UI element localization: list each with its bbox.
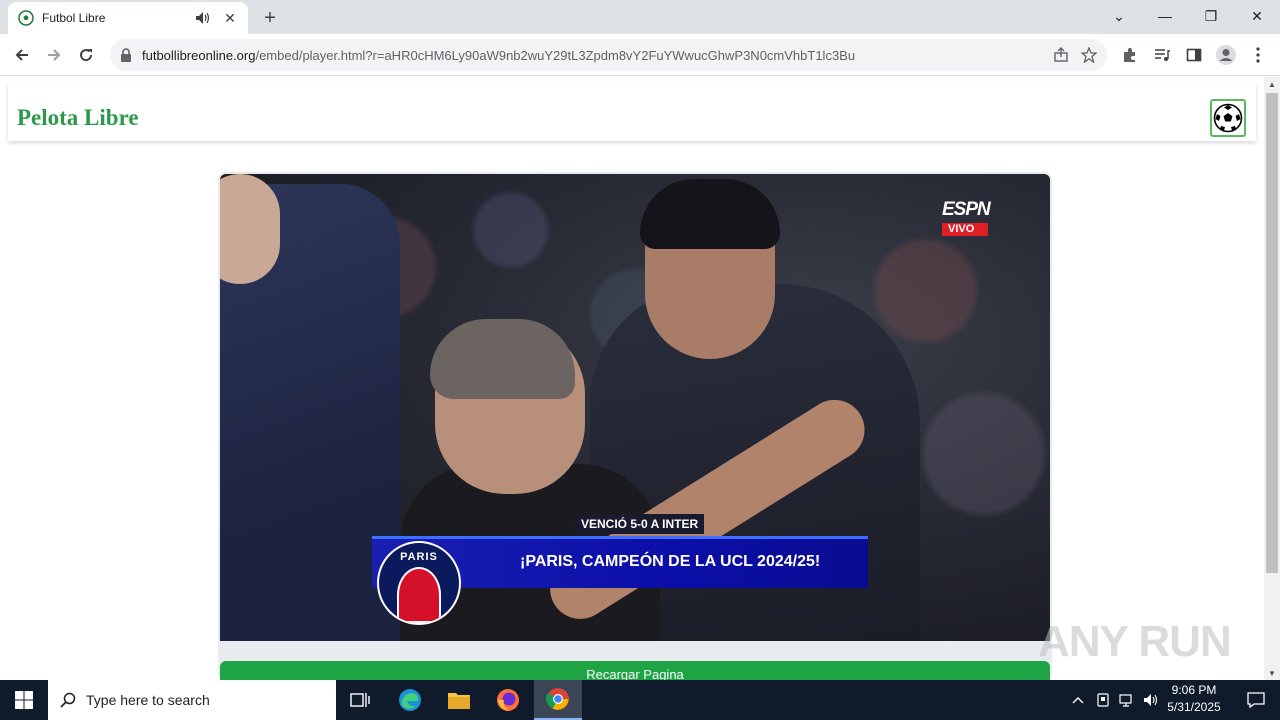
site-brand[interactable]: Pelota Libre	[17, 105, 139, 131]
espn-live-logo: ESPN VIVO	[942, 199, 1006, 236]
profile-avatar-icon[interactable]	[1212, 41, 1240, 69]
soccer-ball-favicon-icon	[18, 10, 34, 26]
network-icon[interactable]	[1116, 680, 1138, 720]
psg-crest-tower	[397, 567, 441, 623]
scroll-up-arrow-icon[interactable]: ▲	[1264, 77, 1280, 91]
browser-tab-active[interactable]: Futbol Libre ✕	[8, 2, 248, 34]
tab-close-icon[interactable]: ✕	[222, 10, 238, 26]
lock-icon[interactable]	[120, 48, 134, 62]
browser-toolbar: futbollibreonline.org/embed/player.html?…	[0, 34, 1280, 76]
person-left-head	[220, 174, 280, 284]
espn-logo-text: ESPN	[942, 199, 991, 220]
menu-kebab-icon[interactable]	[1244, 41, 1272, 69]
url-text[interactable]: futbollibreonline.org/embed/player.html?…	[142, 48, 1047, 63]
video-player[interactable]: ESPN VIVO VENCIÓ 5-0 A INTER PARIS ¡PARI…	[220, 174, 1050, 641]
url-path: /embed/player.html?r=aHR0cHM6Ly90aW9nb2w…	[255, 47, 856, 63]
extensions-puzzle-icon[interactable]	[1116, 41, 1144, 69]
close-window-button[interactable]: ✕	[1234, 0, 1280, 32]
url-host: futbollibreonline.org	[142, 47, 256, 63]
reload-icon[interactable]	[72, 41, 100, 69]
lower-third-subhead: VENCIÓ 5-0 A INTER	[575, 514, 705, 534]
tray-chevron-up-icon[interactable]	[1068, 680, 1088, 720]
site-header: Pelota Libre	[8, 83, 1256, 141]
scrollbar-thumb[interactable]	[1266, 93, 1278, 573]
person-right-hair	[640, 179, 780, 249]
speaker-icon[interactable]	[196, 10, 212, 26]
edge-browser-icon[interactable]	[386, 680, 434, 720]
file-explorer-icon[interactable]	[435, 680, 483, 720]
watermark-text: ANY RUN	[1038, 617, 1232, 666]
psg-crest-text: PARIS	[400, 551, 438, 563]
taskbar-clock[interactable]: 9:06 PM 5/31/2025	[1160, 682, 1228, 718]
back-arrow-icon[interactable]	[8, 41, 36, 69]
side-panel-icon[interactable]	[1180, 41, 1208, 69]
new-tab-button[interactable]: +	[258, 6, 282, 30]
clock-time: 9:06 PM	[1171, 683, 1217, 697]
search-placeholder: Type here to search	[86, 692, 210, 708]
media-control-icon[interactable]	[1148, 41, 1176, 69]
vertical-scrollbar[interactable]: ▲ ▼	[1264, 77, 1280, 680]
task-view-icon[interactable]	[336, 680, 384, 720]
page-viewport: Pelota Libre ESPN VIVO VENCIÓ 5-0 A INTE…	[0, 77, 1264, 680]
lower-third-headline: ¡PARIS, CAMPEÓN DE LA UCL 2024/25!	[520, 553, 821, 570]
forward-arrow-icon[interactable]	[40, 41, 68, 69]
tray-device-icon[interactable]	[1092, 680, 1114, 720]
windows-taskbar: Type here to search 9:06 PM 5/31/2025	[0, 680, 1280, 720]
tab-search-button[interactable]: ⌄	[1096, 0, 1142, 32]
live-badge: VIVO	[942, 223, 989, 236]
windows-start-icon[interactable]	[0, 680, 48, 720]
lower-third-banner: PARIS ¡PARIS, CAMPEÓN DE LA UCL 2024/25!	[372, 536, 868, 625]
restore-button[interactable]: ❐	[1188, 0, 1234, 32]
psg-crest-icon: PARIS	[377, 541, 461, 625]
search-icon	[60, 692, 76, 708]
notification-center-icon[interactable]	[1232, 680, 1280, 720]
bookmark-star-icon[interactable]	[1075, 41, 1103, 69]
scroll-down-arrow-icon[interactable]: ▼	[1264, 666, 1280, 680]
firefox-icon[interactable]	[484, 680, 532, 720]
clock-date: 5/31/2025	[1167, 700, 1221, 714]
address-bar[interactable]: futbollibreonline.org/embed/player.html?…	[110, 39, 1107, 71]
soccer-ball-icon[interactable]	[1210, 99, 1246, 137]
taskbar-search-box[interactable]: Type here to search	[48, 680, 336, 720]
tab-strip: Futbol Libre ✕ + ⌄ — ❐ ✕	[0, 0, 1280, 34]
chrome-icon[interactable]	[534, 680, 582, 720]
reload-page-button[interactable]: Recargar Pagina	[220, 661, 1050, 680]
anyrun-watermark: ANY RUN	[1038, 612, 1238, 672]
share-icon[interactable]	[1047, 41, 1075, 69]
player-container: ESPN VIVO VENCIÓ 5-0 A INTER PARIS ¡PARI…	[218, 172, 1052, 680]
volume-icon[interactable]	[1140, 680, 1162, 720]
tab-title: Futbol Libre	[42, 11, 106, 25]
person-center-hair	[430, 319, 575, 399]
minimize-button[interactable]: —	[1142, 0, 1188, 32]
